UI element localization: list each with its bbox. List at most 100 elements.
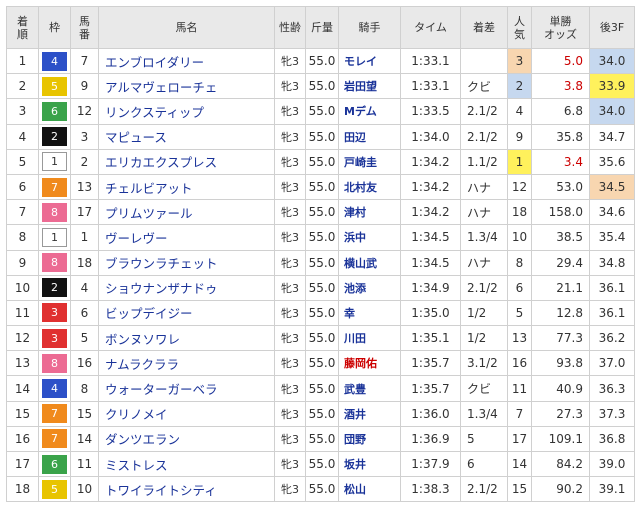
jockey-link[interactable]: 浜中 xyxy=(338,224,401,251)
horse-name-link[interactable]: ダンツエラン xyxy=(98,425,275,453)
waku-badge: 3 xyxy=(42,328,67,348)
horse-name-link[interactable]: ウォーターガーベラ xyxy=(98,375,275,402)
horse-name-link[interactable]: エリカエクスプレス xyxy=(98,148,275,175)
finish-time: 1:33.1 xyxy=(400,73,461,100)
race-result-table: 着 順 枠 馬 番 馬名 性齢 斤量 騎手 タイム 着差 人 気 単勝 オッズ … xyxy=(6,6,635,503)
win-odds: 53.0 xyxy=(531,173,590,201)
header-weight[interactable]: 斤量 xyxy=(305,6,339,49)
jockey-link[interactable]: 津村 xyxy=(338,199,401,226)
margin: ハナ xyxy=(460,249,508,276)
jockey-link[interactable]: 坂井 xyxy=(338,450,401,478)
jockey-link[interactable]: 幸 xyxy=(338,299,401,327)
waku-cell: 5 xyxy=(38,476,71,503)
horse-number: 12 xyxy=(70,98,99,125)
jockey-link[interactable]: 横山武 xyxy=(338,249,401,276)
horse-number: 1 xyxy=(70,224,99,251)
margin: 1.3/4 xyxy=(460,400,508,427)
table-row: 11 3 6 ビップデイジー 牝3 55.0 幸 1:35.0 1/2 5 12.8 36.1 xyxy=(6,299,635,327)
carried-weight: 55.0 xyxy=(305,173,339,201)
jockey-link[interactable]: 藤岡佑 xyxy=(338,350,401,377)
jockey-link[interactable]: モレイ xyxy=(338,47,401,75)
waku-cell: 1 xyxy=(38,148,71,175)
carried-weight: 55.0 xyxy=(305,299,339,327)
header-margin[interactable]: 着差 xyxy=(460,6,508,49)
horse-name-link[interactable]: リンクスティップ xyxy=(98,98,275,125)
header-time[interactable]: タイム xyxy=(400,6,461,49)
horse-name-link[interactable]: チェルビアット xyxy=(98,173,275,201)
waku-cell: 2 xyxy=(38,274,71,301)
header-sex-age[interactable]: 性齢 xyxy=(274,6,306,49)
horse-number: 14 xyxy=(70,425,99,453)
header-last-3f[interactable]: 後3F xyxy=(589,6,635,49)
jockey-link[interactable]: 池添 xyxy=(338,274,401,301)
finish-rank: 2 xyxy=(6,73,39,100)
margin: クビ xyxy=(460,73,508,100)
margin: 5 xyxy=(460,425,508,453)
last-3f: 37.3 xyxy=(589,400,635,427)
horse-name-link[interactable]: エンブロイダリー xyxy=(98,47,275,75)
waku-cell: 7 xyxy=(38,425,71,453)
jockey-link[interactable]: 北村友 xyxy=(338,173,401,201)
horse-name-link[interactable]: トワイライトシティ xyxy=(98,476,275,503)
win-odds: 12.8 xyxy=(531,299,590,327)
waku-badge: 1 xyxy=(42,227,67,247)
header-win-odds[interactable]: 単勝 オッズ xyxy=(531,6,590,49)
horse-number: 11 xyxy=(70,450,99,478)
jockey-link[interactable]: Mデム xyxy=(338,98,401,125)
horse-name-link[interactable]: プリムツァール xyxy=(98,199,275,226)
margin: 1/2 xyxy=(460,325,508,352)
header-popularity[interactable]: 人 気 xyxy=(507,6,532,49)
horse-name-link[interactable]: アルマヴェローチェ xyxy=(98,73,275,100)
win-odds: 3.4 xyxy=(531,148,590,175)
jockey-link[interactable]: 酒井 xyxy=(338,400,401,427)
horse-number: 7 xyxy=(70,47,99,75)
sex-age: 牝3 xyxy=(274,375,306,402)
horse-name-link[interactable]: クリノメイ xyxy=(98,400,275,427)
jockey-link[interactable]: 岩田望 xyxy=(338,73,401,100)
win-odds: 21.1 xyxy=(531,274,590,301)
horse-name-link[interactable]: ミストレス xyxy=(98,450,275,478)
last-3f: 33.9 xyxy=(589,73,635,100)
table-row: 15 7 15 クリノメイ 牝3 55.0 酒井 1:36.0 1.3/4 7 27.3 37.3 xyxy=(6,400,635,427)
table-row: 4 2 3 マピュース 牝3 55.0 田辺 1:34.0 2.1/2 9 35.8 34.7 xyxy=(6,123,635,150)
horse-name-link[interactable]: ビップデイジー xyxy=(98,299,275,327)
waku-cell: 8 xyxy=(38,249,71,276)
horse-name-link[interactable]: ナムラクララ xyxy=(98,350,275,377)
carried-weight: 55.0 xyxy=(305,476,339,503)
jockey-link[interactable]: 松山 xyxy=(338,476,401,503)
finish-rank: 3 xyxy=(6,98,39,125)
win-odds: 27.3 xyxy=(531,400,590,427)
horse-name-link[interactable]: マピュース xyxy=(98,123,275,150)
last-3f: 35.4 xyxy=(589,224,635,251)
carried-weight: 55.0 xyxy=(305,400,339,427)
jockey-link[interactable]: 川田 xyxy=(338,325,401,352)
jockey-link[interactable]: 武豊 xyxy=(338,375,401,402)
popularity: 1 xyxy=(507,148,532,175)
header-horse-name[interactable]: 馬名 xyxy=(98,6,275,49)
popularity: 11 xyxy=(507,375,532,402)
finish-rank: 8 xyxy=(6,224,39,251)
header-waku[interactable]: 枠 xyxy=(38,6,71,49)
header-rank[interactable]: 着 順 xyxy=(6,6,39,49)
jockey-link[interactable]: 田辺 xyxy=(338,123,401,150)
header-horse-number[interactable]: 馬 番 xyxy=(70,6,99,49)
jockey-link[interactable]: 団野 xyxy=(338,425,401,453)
jockey-link[interactable]: 戸崎圭 xyxy=(338,148,401,175)
horse-name-link[interactable]: ヴーレヴー xyxy=(98,224,275,251)
horse-name-link[interactable]: ショウナンザナドゥ xyxy=(98,274,275,301)
popularity: 3 xyxy=(507,47,532,75)
waku-badge: 7 xyxy=(42,429,67,449)
horse-name-link[interactable]: ブラウンラチェット xyxy=(98,249,275,276)
waku-cell: 7 xyxy=(38,400,71,427)
win-odds: 84.2 xyxy=(531,450,590,478)
table-row: 10 2 4 ショウナンザナドゥ 牝3 55.0 池添 1:34.9 2.1/2 6 21.1 36.… xyxy=(6,274,635,301)
waku-badge: 3 xyxy=(42,303,67,323)
horse-name-link[interactable]: ボンヌソワレ xyxy=(98,325,275,352)
header-jockey[interactable]: 騎手 xyxy=(338,6,401,49)
table-row: 6 7 13 チェルビアット 牝3 55.0 北村友 1:34.2 ハナ 12 53.0 34.5 xyxy=(6,173,635,201)
sex-age: 牝3 xyxy=(274,249,306,276)
waku-badge: 7 xyxy=(42,404,67,424)
last-3f: 36.1 xyxy=(589,299,635,327)
carried-weight: 55.0 xyxy=(305,425,339,453)
popularity: 12 xyxy=(507,173,532,201)
